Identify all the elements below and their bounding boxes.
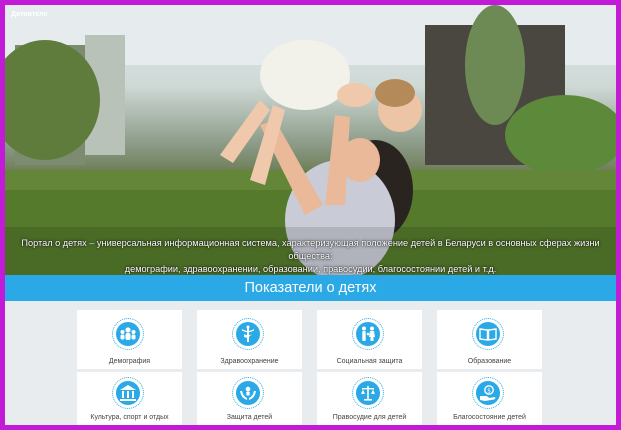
section-title: Показатели о детях <box>5 275 616 301</box>
family-icon <box>352 318 384 350</box>
money-hand-icon: $ <box>472 377 504 409</box>
indicator-label: Социальная защита <box>336 358 403 365</box>
indicator-card-education[interactable]: Образование <box>437 310 542 369</box>
indicator-card-justice[interactable]: Правосудие для детей <box>317 372 422 425</box>
indicators-grid: Демография Здравоохранение Социальная за… <box>77 310 544 425</box>
site-logo[interactable]: Детивтеле <box>11 11 47 18</box>
book-icon <box>472 318 504 350</box>
indicator-label: Защита детей <box>226 414 273 421</box>
page: Детивтеле Портал о детях – универсальная… <box>5 5 616 425</box>
museum-icon <box>112 377 144 409</box>
indicator-label: Демография <box>108 358 151 365</box>
indicator-card-demography[interactable]: Демография <box>77 310 182 369</box>
indicator-card-culture-sport[interactable]: Культура, спорт и отдых <box>77 372 182 425</box>
people-group-icon <box>112 318 144 350</box>
indicator-label: Здравоохранение <box>220 358 279 365</box>
indicator-card-healthcare[interactable]: Здравоохранение <box>197 310 302 369</box>
indicator-label: Благосостояние детей <box>453 414 526 421</box>
svg-text:$: $ <box>487 387 491 394</box>
protect-hands-icon <box>232 377 264 409</box>
indicator-card-wellbeing[interactable]: $ Благосостояние детей <box>437 372 542 425</box>
caduceus-icon <box>232 318 264 350</box>
indicator-label: Образование <box>467 358 512 365</box>
hero-photo <box>5 5 616 275</box>
indicator-card-social-protection[interactable]: Социальная защита <box>317 310 422 369</box>
indicator-label: Культура, спорт и отдых <box>90 414 169 421</box>
hero-description-line: Портал о детях – универсальная информаци… <box>21 238 600 261</box>
justice-icon <box>352 377 384 409</box>
hero-description-line: демографии, здравоохранении, образовании… <box>124 264 497 274</box>
indicator-card-child-protection[interactable]: Защита детей <box>197 372 302 425</box>
indicator-label: Правосудие для детей <box>332 414 407 421</box>
hero-banner: Детивтеле Портал о детях – универсальная… <box>5 5 616 275</box>
hero-description: Портал о детях – универсальная информаци… <box>5 237 616 275</box>
